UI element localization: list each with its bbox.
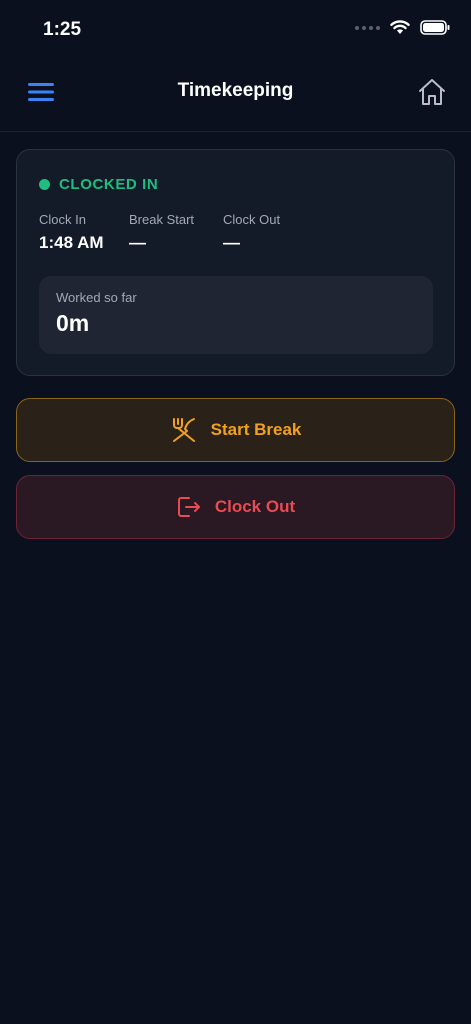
- fork-knife-icon: [172, 418, 195, 442]
- worked-so-far-box: Worked so far 0m: [39, 276, 433, 354]
- clock-out-label: Clock Out: [223, 212, 281, 227]
- status-icons: [355, 20, 450, 35]
- home-icon: [419, 79, 445, 105]
- nav-bar: Timekeeping: [0, 56, 471, 132]
- page-title: Timekeeping: [177, 80, 294, 101]
- status-bar: 1:25: [0, 0, 471, 56]
- clock-out-label-text: Clock Out: [214, 497, 296, 516]
- logout-icon: [177, 497, 200, 517]
- start-break-label: Start Break: [210, 420, 302, 439]
- status-label: CLOCKED IN: [59, 176, 159, 193]
- break-start-value: —: [129, 233, 146, 252]
- cellular-signal-icon: [355, 25, 380, 30]
- status-indicator: CLOCKED IN: [39, 176, 158, 193]
- status-dot: [39, 179, 50, 190]
- clock-status-card: CLOCKED IN Clock In 1:48 AM Break Start …: [16, 149, 455, 376]
- break-start-label: Break Start: [129, 212, 195, 227]
- clock-in-label: Clock In: [39, 212, 86, 227]
- clock-in-column: Clock In 1:48 AM: [39, 212, 104, 253]
- clock-in-value: 1:48 AM: [39, 233, 104, 252]
- status-time: 1:25: [43, 19, 82, 40]
- battery-icon: [420, 20, 450, 35]
- worked-label: Worked so far: [56, 290, 137, 305]
- home-button[interactable]: [415, 75, 449, 109]
- clock-out-value: —: [223, 233, 240, 252]
- start-break-button[interactable]: Start Break: [16, 398, 455, 462]
- clock-out-column: Clock Out —: [223, 212, 280, 253]
- worked-value: 0m: [56, 310, 90, 336]
- wifi-icon: [390, 20, 410, 34]
- break-start-column: Break Start —: [129, 212, 194, 253]
- clock-out-button[interactable]: Clock Out: [16, 475, 455, 539]
